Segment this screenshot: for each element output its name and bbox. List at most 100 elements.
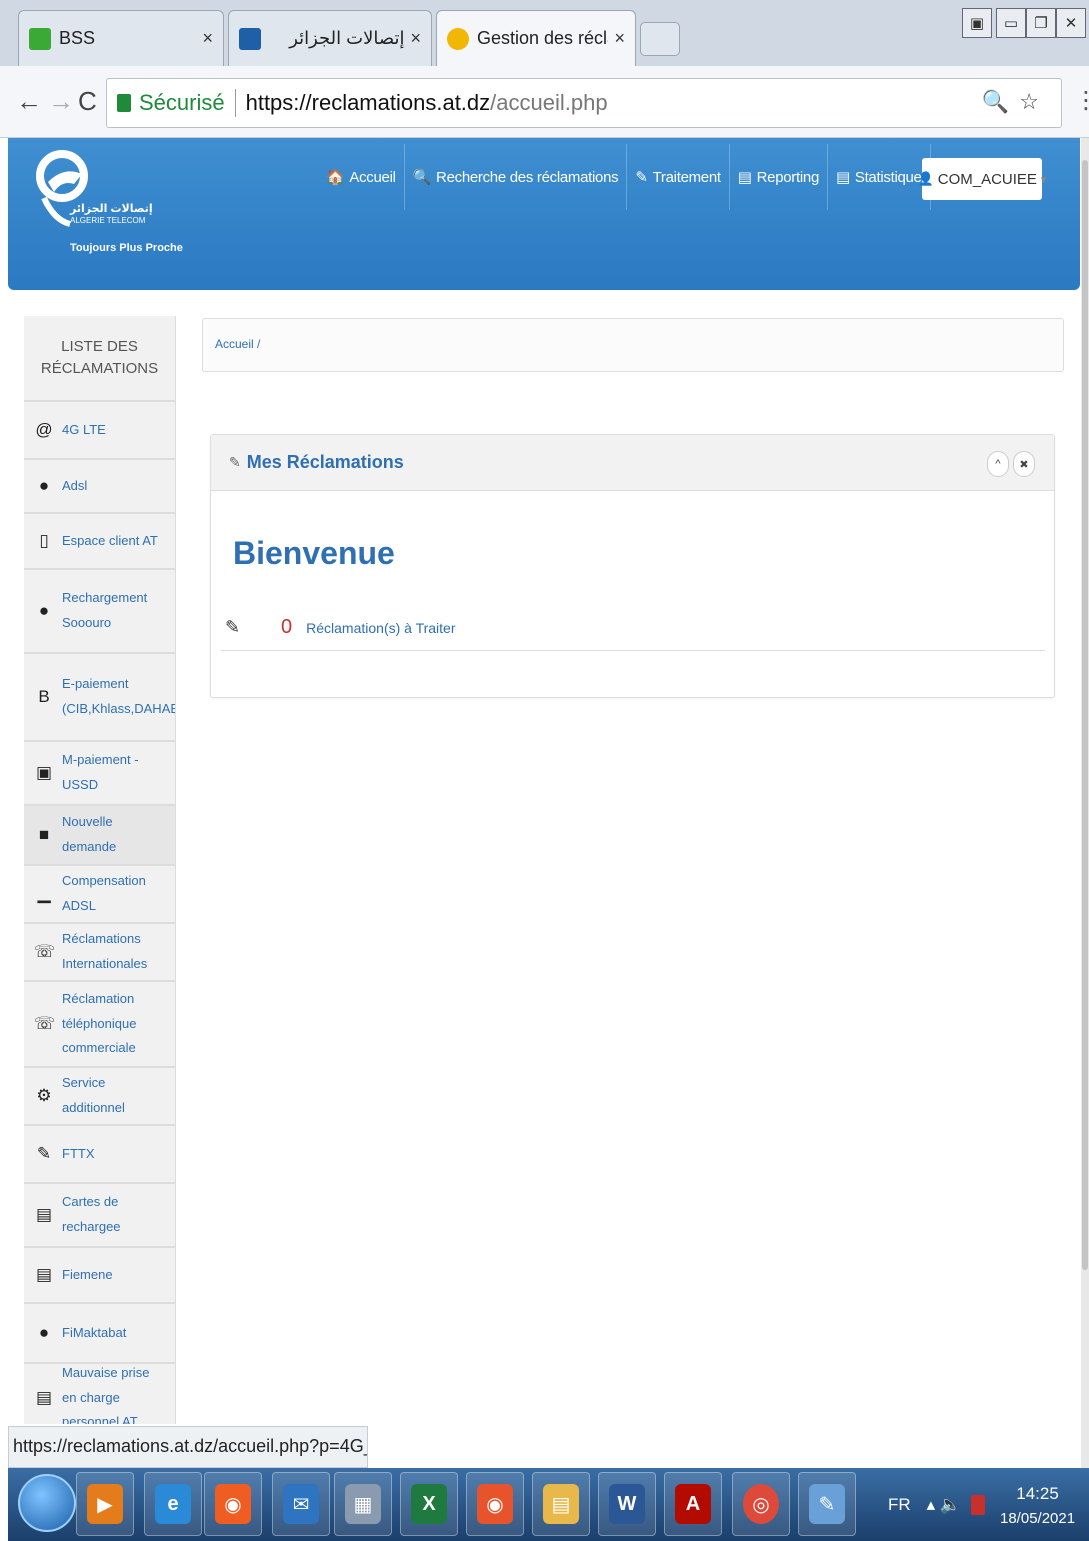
- taskbar-glyph: X: [411, 1484, 447, 1524]
- url-path: /accueil.php: [490, 90, 608, 115]
- close-icon[interactable]: ×: [614, 28, 625, 49]
- media-player-icon[interactable]: ▶: [76, 1472, 134, 1536]
- sidebar-item-rechargement[interactable]: ● Rechargement Sooouro: [24, 570, 175, 654]
- taskbar-glyph: A: [675, 1484, 711, 1524]
- nav-recherche[interactable]: 🔍 Recherche des réclamations: [405, 144, 628, 210]
- username: COM_ACUIEE: [937, 170, 1037, 188]
- mobile-icon: ▯: [39, 530, 49, 550]
- globe-icon: ●: [38, 1322, 50, 1342]
- reload-button[interactable]: C: [78, 86, 97, 117]
- phone-icon: ▣: [35, 762, 53, 782]
- system-clock[interactable]: 14:25 18/05/2021: [1000, 1480, 1075, 1531]
- profile-icon[interactable]: ▣: [962, 8, 992, 38]
- calculator-icon[interactable]: ▦: [334, 1472, 392, 1536]
- scrollbar-thumb[interactable]: [1082, 160, 1088, 1270]
- nav-statistique[interactable]: ▤ Statistique: [828, 144, 931, 210]
- paint-icon[interactable]: ✎: [798, 1472, 856, 1536]
- word-icon[interactable]: W: [598, 1472, 656, 1536]
- firefox-icon[interactable]: ◉: [466, 1472, 524, 1536]
- sidebar-item-compensation-adsl[interactable]: ▁ Compensation ADSL: [24, 866, 175, 924]
- url-input[interactable]: Sécurisé https://reclamations.at.dz/accu…: [106, 78, 1062, 128]
- panel-title: Mes Réclamations: [246, 452, 404, 472]
- nav-traitement[interactable]: ✎ Traitement: [627, 144, 730, 210]
- browser-status-bar: https://reclamations.at.dz/accueil.php?p…: [8, 1426, 368, 1468]
- globe-icon: ●: [38, 475, 50, 495]
- restore-button[interactable]: ❐: [1026, 8, 1056, 38]
- thunderbird-icon[interactable]: ✉: [272, 1472, 330, 1536]
- file-explorer-icon[interactable]: ▤: [532, 1472, 590, 1536]
- tray-icons[interactable]: ▴ 🔈: [927, 1495, 961, 1515]
- pending-count: 0: [281, 616, 293, 638]
- sidebar-item-telephonique[interactable]: ☏ Réclamation téléphonique commerciale: [24, 982, 175, 1068]
- close-panel-button[interactable]: ✖: [1013, 451, 1035, 477]
- clock-date: 18/05/2021: [1000, 1510, 1076, 1528]
- breadcrumb-home-link[interactable]: Accueil /: [215, 337, 260, 351]
- sidebar-item-m-paiement[interactable]: ▣ M-paiement - USSD: [24, 742, 175, 806]
- search-icon: 🔍: [412, 169, 432, 186]
- system-tray: FR ▴ 🔈: [888, 1468, 986, 1541]
- excel-icon[interactable]: X: [400, 1472, 458, 1536]
- taskbar-glyph: ◉: [477, 1484, 513, 1524]
- sidebar-item-label: M-paiement - USSD: [62, 752, 139, 792]
- phone-volume-icon: ☏: [34, 941, 56, 961]
- chrome-icon[interactable]: ◎: [732, 1472, 790, 1536]
- user-icon: 👤: [917, 171, 934, 186]
- taskbar-glyph: W: [609, 1484, 645, 1524]
- sidebar-item-label: Réclamations Internationales: [62, 931, 148, 971]
- sidebar-item-fiemene[interactable]: ▤ Fiemene: [24, 1248, 175, 1304]
- sidebar-item-label: Cartes de rechargee: [62, 1194, 121, 1234]
- sidebar-item-label: Rechargement Sooouro: [62, 590, 148, 630]
- browser-menu-icon[interactable]: ⋮: [1074, 86, 1089, 115]
- sidebar-item-fimaktabat[interactable]: ● FiMaktabat: [24, 1304, 175, 1364]
- sidebar-item-fttx[interactable]: ✎ FTTX: [24, 1126, 175, 1184]
- minimize-button[interactable]: ▭: [996, 8, 1026, 38]
- sidebar-item-label: Espace client AT: [62, 532, 158, 548]
- forward-button[interactable]: →: [48, 86, 74, 117]
- wrench-icon: ✎: [225, 617, 241, 637]
- zoom-and-bookmark-icons[interactable]: 🔍☆: [982, 89, 1049, 115]
- close-window-button[interactable]: ✕: [1056, 8, 1086, 38]
- network-alert-icon[interactable]: [971, 1494, 986, 1515]
- sidebar-item-internationales[interactable]: ☏ Réclamations Internationales: [24, 924, 175, 982]
- sidebar-item-cartes[interactable]: ▤ Cartes de rechargee: [24, 1184, 175, 1248]
- sidebar-item-label: Adsl: [62, 477, 88, 493]
- new-tab-button[interactable]: [640, 22, 680, 56]
- nav-label: Recherche des réclamations: [436, 168, 619, 186]
- internet-explorer-icon[interactable]: e: [144, 1472, 202, 1536]
- nav-accueil[interactable]: 🏠 Accueil: [318, 144, 405, 210]
- language-indicator[interactable]: FR: [888, 1495, 911, 1515]
- nav-reporting[interactable]: ▤ Reporting: [730, 144, 828, 210]
- taskbar-glyph: ✉: [283, 1484, 319, 1524]
- back-button[interactable]: ←: [16, 86, 42, 117]
- pending-reclamations-link[interactable]: Réclamation(s) à Traiter: [306, 620, 455, 636]
- sidebar-item-service-additionnel[interactable]: ⚙ Service additionnel: [24, 1068, 175, 1126]
- firefox-icon[interactable]: ◉: [204, 1472, 262, 1536]
- algerie-telecom-favicon-icon: [239, 27, 261, 50]
- sidebar-item-espace-client[interactable]: ▯ Espace client AT: [24, 514, 175, 570]
- sidebar-item-adsl[interactable]: ● Adsl: [24, 460, 175, 514]
- browser-tab-algerie-telecom[interactable]: إتصالات الجزائر ×: [228, 10, 432, 66]
- report-icon: ▤: [737, 169, 752, 186]
- tab-label: BSS: [59, 28, 96, 48]
- user-menu-button[interactable]: 👤 COM_ACUIEE ▾: [918, 158, 1046, 200]
- close-icon[interactable]: ×: [202, 28, 213, 49]
- sidebar-item-mauvaise-prise[interactable]: ▤ Mauvaise prise en charge personnel AT: [24, 1364, 175, 1424]
- sidebar-item-nouvelle-demande[interactable]: ■ Nouvelle demande: [24, 806, 175, 866]
- sidebar-item-label: Réclamation téléphonique commerciale: [62, 990, 137, 1056]
- sidebar-item-e-paiement[interactable]: B E-paiement (CIB,Khlass,DAHABIA): [24, 654, 175, 742]
- close-icon[interactable]: ×: [410, 28, 421, 49]
- logo-english-text: ALGERIE TELECOM: [70, 216, 146, 225]
- modem-icon: ▁: [37, 883, 51, 903]
- acrobat-icon[interactable]: A: [664, 1472, 722, 1536]
- browser-tab-gestion[interactable]: Gestion des réclamations ×: [436, 10, 636, 66]
- browser-tab-bss[interactable]: BSS ×: [18, 10, 224, 66]
- breadcrumb[interactable]: Accueil /: [202, 318, 1064, 372]
- gears-icon: ⚙: [36, 1085, 52, 1105]
- sidebar-item-label: Mauvaise prise en charge personnel AT: [62, 1364, 150, 1424]
- collapse-button[interactable]: ^: [987, 451, 1009, 477]
- taskbar-glyph: ▦: [345, 1484, 381, 1524]
- windows-start-button[interactable]: [18, 1474, 76, 1532]
- globe-icon: ●: [38, 600, 50, 620]
- sidebar-item-4g-lte[interactable]: @ 4G LTE: [24, 402, 175, 460]
- home-icon: 🏠: [326, 169, 345, 186]
